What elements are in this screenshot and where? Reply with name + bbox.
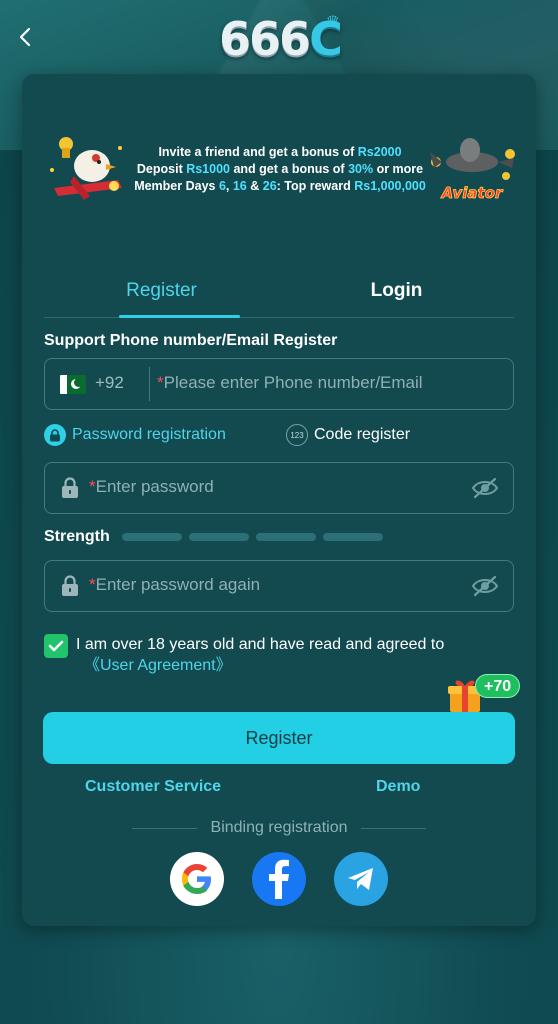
customer-service-link[interactable]: Customer Service <box>85 778 221 796</box>
telegram-icon <box>348 868 373 890</box>
register-button[interactable]: Register <box>43 712 515 764</box>
promo-bonus-percent: 30% <box>348 162 374 176</box>
agreement-statement: I am over 18 years old and have read and… <box>76 636 445 653</box>
social-login-buttons <box>170 852 388 906</box>
promo-line-3: Member Days 6, 16 & 26: Top reward Rs1,0… <box>120 178 440 195</box>
promo-line-2-a: Deposit <box>136 162 187 176</box>
user-agreement-link[interactable]: 《User Agreement》 <box>84 655 516 676</box>
strength-label: Strength <box>44 528 110 545</box>
promo-sep-1: , <box>225 179 233 193</box>
google-icon <box>182 864 211 894</box>
confirm-password-input[interactable]: *Enter password again <box>44 560 514 612</box>
facebook-login-button[interactable] <box>252 852 306 906</box>
promo-sep-2: & <box>246 179 263 193</box>
logo-digits: 666 <box>219 12 311 66</box>
code-register-label: Code register <box>314 426 411 443</box>
promo-day-1: 6 <box>218 179 226 193</box>
auth-tabs: Register Login <box>44 264 514 318</box>
strength-bar <box>256 533 316 541</box>
support-links: Customer Service Demo <box>44 778 514 800</box>
phone-placeholder-text: Please enter Phone number/Email <box>163 373 423 392</box>
demo-link[interactable]: Demo <box>376 778 420 796</box>
tab-login[interactable]: Login <box>279 264 514 318</box>
promo-day-3: 26 <box>262 179 277 193</box>
password-placeholder-text: Enter password <box>95 477 214 496</box>
code-register-option[interactable]: 123 Code register <box>286 424 410 446</box>
promo-banner[interactable]: Invite a friend and get a bonus of Rs200… <box>22 74 536 244</box>
aviator-plane-icon: Aviator <box>430 138 515 202</box>
phone-placeholder: *Please enter Phone number/Email <box>157 373 423 393</box>
telegram-login-button[interactable] <box>334 852 388 906</box>
eye-off-icon[interactable] <box>471 476 499 500</box>
eye-off-icon[interactable] <box>471 574 499 598</box>
back-button[interactable] <box>10 22 40 52</box>
lock-circle-icon <box>44 424 66 446</box>
divider-line <box>361 827 426 829</box>
promo-line-1: Invite a friend and get a bonus of Rs200… <box>120 144 440 161</box>
facebook-icon <box>269 859 289 899</box>
chicken-plane-icon <box>50 137 122 200</box>
register-mode-row: Password registration 123 Code register <box>44 424 514 450</box>
tab-register[interactable]: Register <box>44 264 279 318</box>
password-registration-label: Password registration <box>72 426 226 443</box>
lock-icon <box>62 575 78 596</box>
crown-icon: ♛ <box>325 14 340 31</box>
bonus-badge: +70 <box>475 674 521 698</box>
promo-top-reward: Rs1,000,000 <box>354 179 426 193</box>
required-mark: * <box>89 575 96 594</box>
promo-invite-amount: Rs2000 <box>357 145 402 159</box>
promo-line-2: Deposit Rs1000 and get a bonus of 30% or… <box>120 161 440 178</box>
confirm-password-placeholder-text: Enter password again <box>95 575 261 594</box>
pakistan-flag-icon[interactable] <box>60 375 86 394</box>
promo-line-2-c: or more <box>373 162 424 176</box>
password-strength: Strength <box>44 526 514 548</box>
required-mark: * <box>157 373 164 392</box>
promo-line-3-b: : Top reward <box>276 179 355 193</box>
promo-day-2: 16 <box>232 179 247 193</box>
field-divider <box>149 367 150 401</box>
binding-registration-label: Binding registration <box>210 819 348 836</box>
phone-email-input[interactable]: +92 *Please enter Phone number/Email <box>44 358 514 410</box>
strength-bar <box>189 533 249 541</box>
promo-text: Invite a friend and get a bonus of Rs200… <box>120 144 440 195</box>
agree-checkbox[interactable] <box>44 634 68 658</box>
strength-bar <box>122 533 182 541</box>
numeric-code-icon: 123 <box>286 424 308 446</box>
promo-line-1-text: Invite a friend and get a bonus of <box>158 145 358 159</box>
strength-bar <box>323 533 383 541</box>
brand-logo: 666C ♛ <box>190 10 370 68</box>
register-card: Invite a friend and get a bonus of Rs200… <box>22 74 536 926</box>
promo-line-3-a: Member Days <box>134 179 219 193</box>
password-input[interactable]: *Enter password <box>44 462 514 514</box>
active-tab-indicator <box>119 315 240 318</box>
agreement-text: I am over 18 years old and have read and… <box>76 634 516 676</box>
divider-line <box>132 827 197 829</box>
promo-deposit-amount: Rs1000 <box>186 162 230 176</box>
checkmark-icon <box>48 640 64 652</box>
lock-icon <box>62 477 78 498</box>
chevron-left-icon <box>19 27 31 47</box>
binding-registration-divider: Binding registration <box>132 818 426 838</box>
country-code[interactable]: +92 <box>95 373 124 393</box>
section-title: Support Phone number/Email Register <box>44 332 338 349</box>
password-placeholder: *Enter password <box>89 477 214 497</box>
promo-line-2-b: and get a bonus of <box>230 162 349 176</box>
aviator-label: Aviator <box>441 184 504 202</box>
required-mark: * <box>89 477 96 496</box>
google-login-button[interactable] <box>170 852 224 906</box>
password-registration-option[interactable]: Password registration <box>44 424 226 446</box>
confirm-password-placeholder: *Enter password again <box>89 575 260 595</box>
